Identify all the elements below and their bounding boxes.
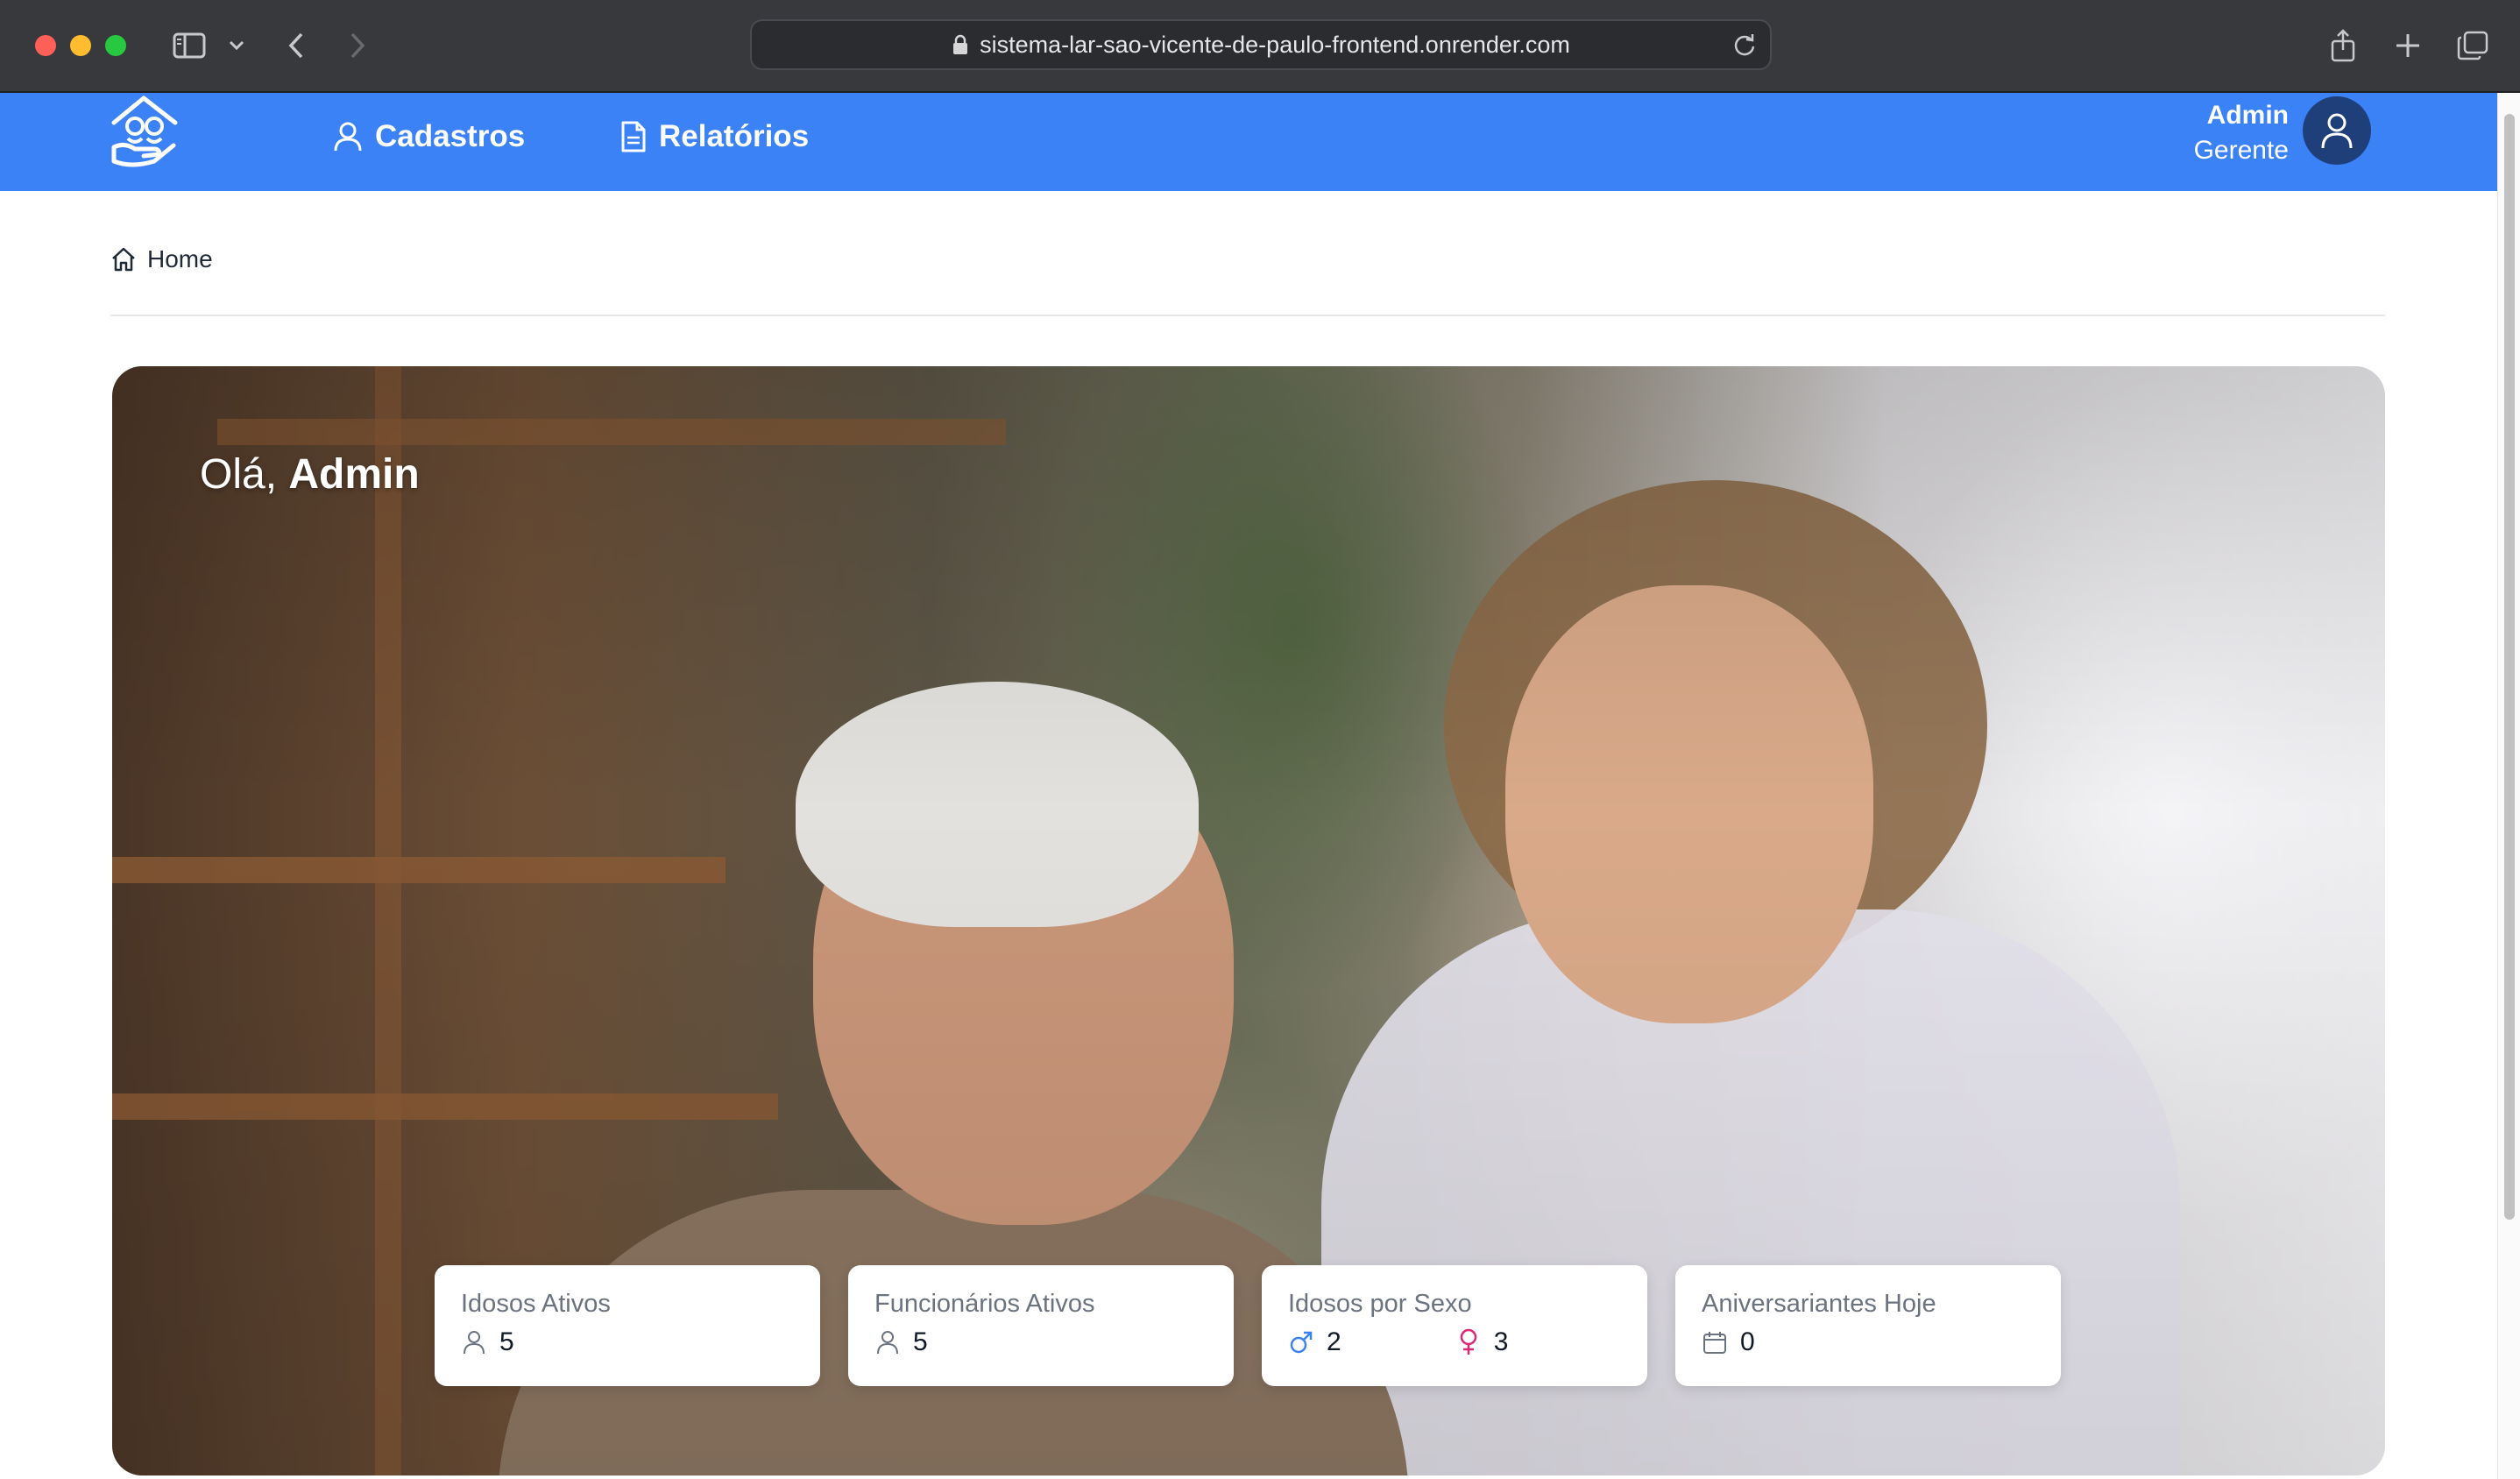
greeting-user-name: Admin (288, 451, 420, 498)
breadcrumb-home-label: Home (147, 245, 213, 272)
stat-male-value: 2 (1327, 1327, 1341, 1356)
user-info[interactable]: Admin Gerente (2194, 98, 2289, 168)
app-navbar: Cadastros Relatórios Admin Gerente (0, 93, 2497, 191)
sidebar-toggle-icon[interactable] (170, 26, 209, 65)
greeting: Olá, Admin (200, 449, 420, 501)
stat-title: Aniversariantes Hoje (1702, 1290, 1936, 1318)
stat-value: 5 (499, 1327, 514, 1356)
stat-female-value: 3 (1493, 1327, 1509, 1356)
home-icon (110, 246, 137, 272)
female-icon (1455, 1328, 1482, 1355)
nav-relatorios-label: Relatórios (659, 119, 810, 153)
user-name: Admin (2206, 101, 2289, 130)
user-avatar-icon (2319, 111, 2354, 150)
stat-card-aniversariantes-hoje[interactable]: Aniversariantes Hoje 0 (1675, 1265, 2061, 1386)
lock-icon (952, 34, 969, 55)
share-icon[interactable] (2325, 26, 2361, 65)
breadcrumb-divider (110, 315, 2385, 316)
chevron-down-icon[interactable] (226, 26, 247, 65)
stat-value: 5 (913, 1327, 928, 1356)
stat-title: Idosos por Sexo (1288, 1290, 1472, 1318)
close-window-button[interactable] (35, 35, 56, 56)
stat-title: Idosos Ativos (461, 1290, 611, 1318)
calendar-icon (1702, 1329, 1728, 1355)
greeting-prefix: Olá, (200, 451, 278, 498)
address-bar[interactable]: sistema-lar-sao-vicente-de-paulo-fronten… (750, 19, 1772, 70)
forward-arrow-icon[interactable] (342, 26, 373, 65)
nav-relatorios[interactable]: Relatórios (620, 112, 809, 161)
user-icon (874, 1329, 901, 1355)
browser-toolbar: sistema-lar-sao-vicente-de-paulo-fronten… (0, 0, 2520, 93)
stat-card-idosos-por-sexo[interactable]: Idosos por Sexo 2 3 (1262, 1265, 1647, 1386)
stat-title: Funcionários Ativos (874, 1290, 1095, 1318)
house-hands-logo-icon[interactable] (109, 93, 182, 172)
stat-card-funcionarios-ativos[interactable]: Funcionários Ativos 5 (848, 1265, 1234, 1386)
user-icon (461, 1329, 487, 1355)
male-icon (1288, 1329, 1314, 1355)
user-icon (333, 121, 363, 152)
breadcrumb[interactable]: Home (110, 242, 213, 277)
nav-cadastros-label: Cadastros (375, 119, 526, 153)
reload-icon[interactable] (1731, 32, 1758, 58)
new-tab-icon[interactable] (2390, 26, 2425, 65)
minimize-window-button[interactable] (70, 35, 91, 56)
avatar[interactable] (2303, 96, 2371, 165)
hero-banner: Olá, Admin Idosos Ativos 5 Funcionários … (112, 366, 2385, 1475)
scrollbar-thumb[interactable] (2504, 114, 2515, 1220)
back-arrow-icon[interactable] (280, 26, 312, 65)
url-text: sistema-lar-sao-vicente-de-paulo-fronten… (980, 31, 1570, 58)
tab-overview-icon[interactable] (2455, 26, 2490, 65)
stat-card-idosos-ativos[interactable]: Idosos Ativos 5 (435, 1265, 820, 1386)
stat-value: 0 (1740, 1327, 1755, 1356)
nav-cadastros[interactable]: Cadastros (333, 112, 525, 161)
document-icon (620, 120, 647, 153)
zoom-window-button[interactable] (105, 35, 126, 56)
user-role: Gerente (2193, 136, 2289, 165)
